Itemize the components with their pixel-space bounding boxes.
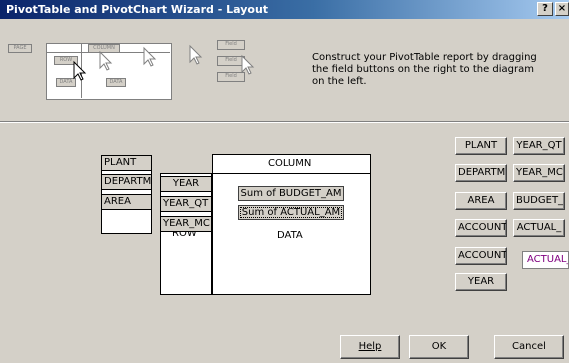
field-button-departm[interactable]: DEPARTM [455, 164, 507, 182]
data-label: DATA [277, 230, 303, 241]
cancel-button[interactable]: Cancel [494, 335, 564, 359]
illu-pointer-icon [73, 60, 87, 81]
column-data-area[interactable] [212, 154, 371, 295]
field-button-account-2[interactable]: ACCOUNT [455, 247, 507, 265]
window-title: PivotTable and PivotChart Wizard - Layou… [6, 3, 269, 16]
field-button-budget[interactable]: BUDGET_ [513, 192, 565, 210]
separator [0, 121, 569, 123]
field-button-year-qt[interactable]: YEAR_QT [513, 137, 565, 155]
row-field-year[interactable]: YEAR [160, 176, 212, 192]
close-title-button[interactable]: × [555, 2, 569, 16]
instruction-illustration: PAGE ROW COLUMN DATA DATA [6, 38, 186, 100]
row-field-year-mc[interactable]: YEAR_MC [160, 216, 212, 232]
field-button-year[interactable]: YEAR [455, 273, 507, 291]
illu-arrow2-icon [143, 46, 157, 67]
data-field-actual[interactable]: Sum of ACTUAL_AM [238, 205, 344, 220]
row-field-year-qt[interactable]: YEAR_QT [160, 196, 212, 212]
illu-cursor2-icon [241, 54, 255, 75]
help-button-label: Help [358, 341, 382, 352]
instructions-text: Construct your PivotTable report by drag… [312, 52, 537, 87]
help-title-button[interactable]: ? [537, 2, 553, 16]
page-field-departm[interactable]: DEPARTM [101, 174, 152, 190]
field-button-area[interactable]: AREA [455, 192, 507, 210]
dragged-field-ghost: ACTUAL_ [522, 251, 569, 269]
illu-field-1: Field [217, 40, 245, 50]
data-field-budget[interactable]: Sum of BUDGET_AM [238, 186, 344, 201]
help-button[interactable]: Help [340, 335, 400, 359]
wizard-window: PivotTable and PivotChart Wizard - Layou… [0, 0, 569, 363]
field-button-plant[interactable]: PLANT [455, 137, 507, 155]
field-button-actual[interactable]: ACTUAL_ [513, 219, 565, 237]
column-label: COLUMN [268, 158, 312, 169]
field-button-account[interactable]: ACCOUNT [455, 219, 507, 237]
page-field-area[interactable]: AREA [101, 194, 152, 210]
illu-data-label-2: DATA [106, 78, 126, 87]
ok-button[interactable]: OK [409, 335, 469, 359]
illu-cursor-icon [189, 44, 203, 65]
page-field-plant[interactable]: PLANT [101, 155, 152, 171]
illu-page-field: PAGE [8, 44, 32, 53]
field-button-year-mc[interactable]: YEAR_MC [513, 164, 565, 182]
title-bar: PivotTable and PivotChart Wizard - Layou… [0, 0, 569, 19]
illu-drag-arrow-icon [99, 50, 113, 71]
